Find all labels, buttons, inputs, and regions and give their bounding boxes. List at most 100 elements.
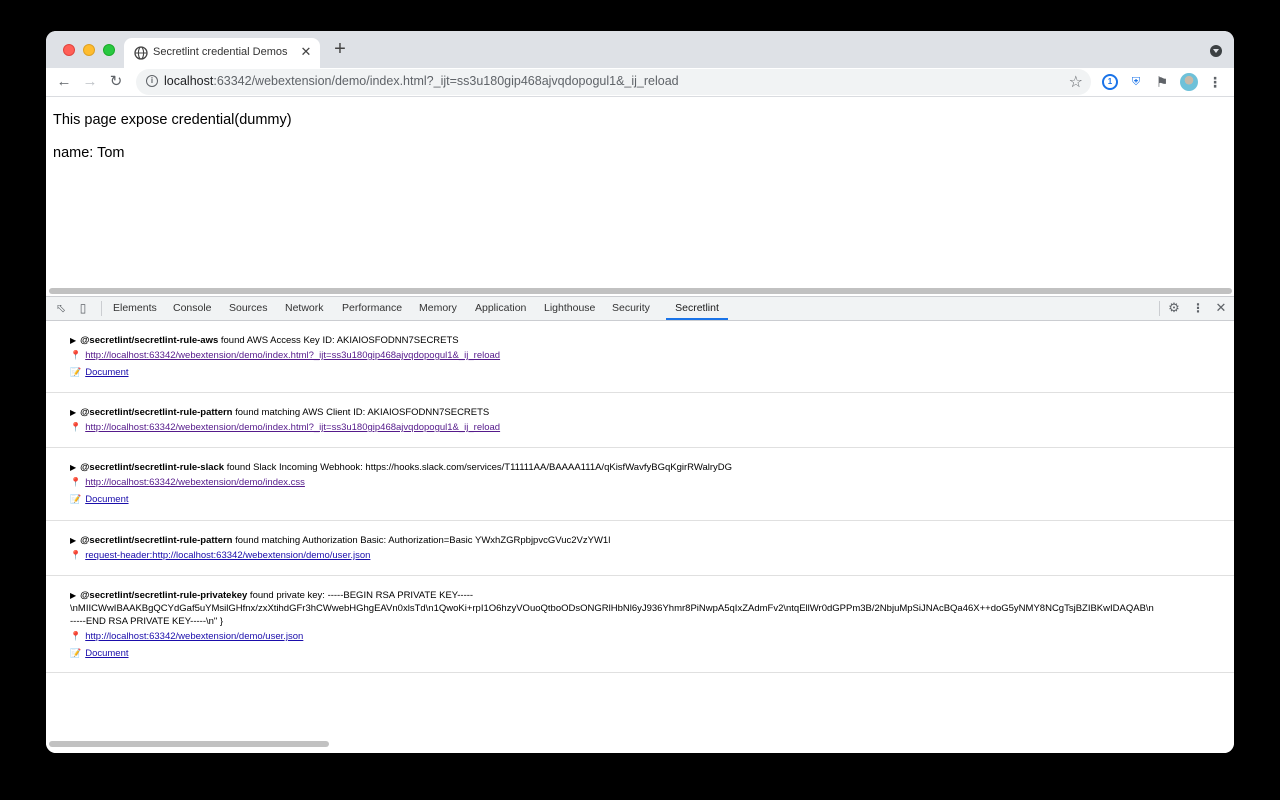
new-tab-button[interactable]: +: [331, 39, 349, 59]
private-key-body: \nMIICWwIBAAKBgQCYdGaf5uYMsilGHfnx/zxXti…: [70, 603, 1154, 614]
back-icon[interactable]: ←: [55, 73, 73, 91]
puzzle-icon[interactable]: ⚑: [1154, 74, 1170, 90]
profile-avatar[interactable]: [1180, 73, 1198, 91]
bookmark-star-icon[interactable]: ☆: [1069, 72, 1083, 92]
devtools-right-separator: [1159, 301, 1160, 316]
result-entry: ▶ @secretlint/secretlint-rule-privatekey …: [46, 576, 1234, 673]
rule-name: @secretlint/secretlint-rule-slack: [80, 462, 225, 473]
tab-application[interactable]: Application: [475, 297, 526, 320]
zoom-window-button[interactable]: [103, 44, 115, 56]
window-controls: [63, 44, 115, 56]
result-summary[interactable]: ▶ @secretlint/secretlint-rule-pattern fou…: [70, 407, 489, 418]
result-message: found matching AWS Client ID: AKIAIOSFOD…: [232, 407, 490, 418]
url-host: localhost: [164, 74, 214, 88]
inspect-element-icon[interactable]: ⬁: [54, 301, 68, 315]
document-link[interactable]: Document: [85, 367, 128, 378]
tab-search-icon[interactable]: [1210, 45, 1222, 57]
tab-sources[interactable]: Sources: [229, 297, 268, 320]
page-heading: This page expose credential(dummy): [53, 112, 292, 128]
tab-performance[interactable]: Performance: [342, 297, 402, 320]
result-url-link[interactable]: http://localhost:63342/webextension/demo…: [85, 350, 500, 361]
tab-lighthouse[interactable]: Lighthouse: [544, 297, 595, 320]
address-bar[interactable]: i localhost:63342/webextension/demo/inde…: [136, 69, 1091, 95]
tab-title: Secretlint credential Demos: [153, 46, 288, 58]
result-entry: ▶ @secretlint/secretlint-rule-pattern fou…: [46, 521, 1234, 576]
rule-name: @secretlint/secretlint-rule-pattern: [80, 535, 233, 546]
result-summary[interactable]: ▶ @secretlint/secretlint-rule-slack found…: [70, 462, 732, 473]
url-path: :63342/webextension/demo/index.html?_ijt…: [213, 74, 679, 88]
pin-icon: 📍: [70, 550, 82, 560]
result-location: 📍 http://localhost:63342/webextension/dem…: [70, 477, 305, 488]
result-location: 📍 http://localhost:63342/webextension/dem…: [70, 350, 500, 361]
result-url-link[interactable]: http://localhost:63342/webextension/demo…: [85, 422, 500, 433]
browser-menu-icon[interactable]: ⋮: [1208, 74, 1222, 90]
rule-name: @secretlint/secretlint-rule-privatekey: [80, 590, 248, 601]
shield-icon[interactable]: ⛨: [1128, 74, 1144, 90]
devtools-horizontal-scrollbar[interactable]: [49, 741, 329, 747]
secretlint-results: ▶ @secretlint/secretlint-rule-aws found A…: [46, 321, 1234, 673]
memo-icon: 📝: [70, 648, 82, 658]
tab-memory[interactable]: Memory: [419, 297, 457, 320]
result-entry: ▶ @secretlint/secretlint-rule-slack found…: [46, 448, 1234, 521]
tab-strip: Secretlint credential Demos ✕ +: [46, 31, 1234, 68]
disclosure-triangle-icon[interactable]: ▶: [70, 336, 76, 345]
result-entry: ▶ @secretlint/secretlint-rule-pattern fou…: [46, 393, 1234, 448]
tab-console[interactable]: Console: [173, 297, 212, 320]
url-text: localhost:63342/webextension/demo/index.…: [164, 74, 679, 88]
forward-icon[interactable]: →: [81, 73, 99, 91]
browser-window: Secretlint credential Demos ✕ + ← → ↻ i …: [46, 31, 1234, 753]
browser-toolbar: ← → ↻ i localhost:63342/webextension/dem…: [46, 68, 1234, 97]
result-message: found private key: -----BEGIN RSA PRIVAT…: [247, 590, 474, 601]
device-toolbar-icon[interactable]: ▯: [76, 301, 90, 315]
pin-icon: 📍: [70, 477, 82, 487]
1password-icon[interactable]: 1: [1102, 74, 1118, 90]
result-message: found matching Authorization Basic: Auth…: [232, 535, 611, 546]
pin-icon: 📍: [70, 350, 82, 360]
minimize-window-button[interactable]: [83, 44, 95, 56]
result-location: 📍 request-header:http://localhost:63342/w…: [70, 550, 370, 561]
result-message: found AWS Access Key ID: AKIAIOSFODNN7SE…: [218, 335, 459, 346]
result-location: 📍 http://localhost:63342/webextension/dem…: [70, 422, 500, 433]
result-summary[interactable]: ▶ @secretlint/secretlint-rule-pattern fou…: [70, 535, 610, 546]
document-link[interactable]: Document: [85, 648, 128, 659]
page-content: This page expose credential(dummy) name:…: [46, 97, 1234, 294]
tab-close-icon[interactable]: ✕: [298, 44, 314, 60]
reload-icon[interactable]: ↻: [107, 73, 125, 91]
result-url-link[interactable]: http://localhost:63342/webextension/demo…: [85, 477, 305, 488]
devtools-close-icon[interactable]: ✕: [1214, 301, 1228, 315]
pin-icon: 📍: [70, 631, 82, 641]
document-link[interactable]: Document: [85, 494, 128, 505]
page-horizontal-scrollbar[interactable]: [49, 288, 1232, 294]
result-url-link[interactable]: http://localhost:63342/webextension/demo…: [85, 631, 303, 642]
globe-icon: [134, 46, 148, 60]
disclosure-triangle-icon[interactable]: ▶: [70, 536, 76, 545]
memo-icon: 📝: [70, 494, 82, 504]
devtools-panel: ⬁ ▯ Elements Console Sources Network Per…: [46, 296, 1234, 753]
disclosure-triangle-icon[interactable]: ▶: [70, 463, 76, 472]
site-info-icon[interactable]: i: [146, 75, 158, 87]
rule-name: @secretlint/secretlint-rule-aws: [80, 335, 219, 346]
pin-icon: 📍: [70, 422, 82, 432]
result-doc: 📝 Document: [70, 648, 129, 659]
rule-name: @secretlint/secretlint-rule-pattern: [80, 407, 233, 418]
close-window-button[interactable]: [63, 44, 75, 56]
result-summary[interactable]: ▶ @secretlint/secretlint-rule-privatekey …: [70, 590, 473, 601]
disclosure-triangle-icon[interactable]: ▶: [70, 591, 76, 600]
tab-security[interactable]: Security: [612, 297, 650, 320]
result-doc: 📝 Document: [70, 494, 129, 505]
browser-tab[interactable]: Secretlint credential Demos ✕: [124, 38, 320, 68]
devtools-menu-icon[interactable]: ⋮: [1191, 301, 1205, 315]
devtools-separator: [101, 301, 102, 316]
settings-gear-icon[interactable]: ⚙: [1167, 301, 1181, 315]
tab-secretlint[interactable]: Secretlint: [666, 297, 728, 320]
result-summary[interactable]: ▶ @secretlint/secretlint-rule-aws found A…: [70, 335, 459, 346]
disclosure-triangle-icon[interactable]: ▶: [70, 408, 76, 417]
result-entry: ▶ @secretlint/secretlint-rule-aws found A…: [46, 321, 1234, 393]
tab-elements[interactable]: Elements: [113, 297, 157, 320]
memo-icon: 📝: [70, 367, 82, 377]
result-doc: 📝 Document: [70, 367, 129, 378]
tab-network[interactable]: Network: [285, 297, 324, 320]
result-url-link[interactable]: request-header:http://localhost:63342/we…: [85, 550, 370, 561]
devtools-tabbar: ⬁ ▯ Elements Console Sources Network Per…: [46, 297, 1234, 321]
page-name-text: name: Tom: [53, 145, 125, 161]
